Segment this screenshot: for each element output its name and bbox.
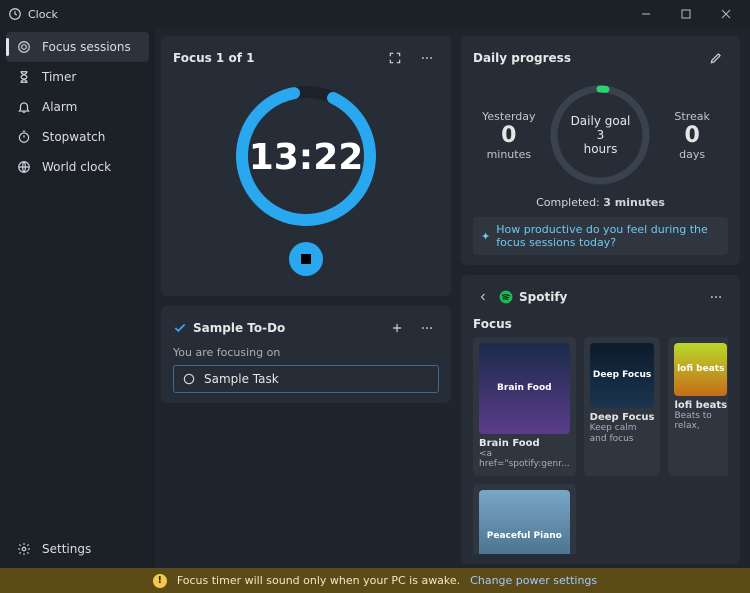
- playlist-cover: Brain Food: [479, 343, 570, 434]
- todo-title: Sample To-Do: [193, 321, 379, 335]
- stat-streak: Streak 0 days: [657, 110, 727, 161]
- spotify-brand: Spotify: [519, 290, 698, 304]
- minimize-button[interactable]: [626, 0, 666, 28]
- change-power-settings-link[interactable]: Change power settings: [470, 574, 597, 587]
- daily-progress-card: Daily progress Yesterday 0 minutes: [461, 36, 740, 265]
- info-message: Focus timer will sound only when your PC…: [177, 574, 460, 587]
- spotify-back-button[interactable]: [473, 287, 493, 307]
- todo-card: Sample To-Do You are focusing on Sample …: [161, 306, 451, 403]
- app-title: Clock: [28, 8, 626, 21]
- playlist-cover: Deep Focus: [590, 343, 655, 408]
- spotify-playlist-tile[interactable]: Deep FocusDeep FocusKeep calm and focus …: [584, 337, 661, 476]
- spotify-more-button[interactable]: [704, 285, 728, 309]
- spotify-card: Spotify Focus Brain FoodBrain Food<a hre…: [461, 275, 740, 564]
- focus-progress-ring: 13:22: [226, 76, 386, 236]
- alarm-icon: [16, 99, 32, 115]
- playlist-desc: <a href="spotify:genr...: [479, 449, 570, 471]
- todo-task-item[interactable]: Sample Task: [173, 365, 439, 393]
- close-button[interactable]: [706, 0, 746, 28]
- add-task-button[interactable]: [385, 316, 409, 340]
- stat-yesterday: Yesterday 0 minutes: [474, 110, 544, 161]
- completed-text: Completed: 3 minutes: [473, 196, 728, 209]
- sidebar-item-label: Alarm: [42, 100, 77, 114]
- spotify-playlist-tile[interactable]: Brain FoodBrain Food<a href="spotify:gen…: [473, 337, 576, 476]
- goal-progress-ring: Daily goal 3 hours: [545, 80, 655, 190]
- sidebar-item-alarm[interactable]: Alarm: [6, 92, 149, 122]
- warning-icon: !: [153, 574, 167, 588]
- app-icon: [8, 7, 22, 21]
- sidebar-item-stopwatch[interactable]: Stopwatch: [6, 122, 149, 152]
- expand-button[interactable]: [383, 46, 407, 70]
- spotify-playlist-grid: Brain FoodBrain Food<a href="spotify:gen…: [473, 337, 728, 554]
- focus-card-title: Focus 1 of 1: [173, 51, 375, 65]
- todo-app-icon: [173, 321, 187, 335]
- sidebar-item-label: Timer: [42, 70, 76, 84]
- sidebar-item-label: Settings: [42, 542, 91, 556]
- playlist-desc: Keep calm and focus with ambient and...: [590, 423, 655, 445]
- progress-title: Daily progress: [473, 51, 696, 65]
- focus-icon: [16, 39, 32, 55]
- hourglass-icon: [16, 69, 32, 85]
- sparkle-icon: ✦: [481, 230, 490, 243]
- spotify-playlist-tile[interactable]: lofi beatslofi beatsBeats to relax, stud…: [668, 337, 728, 476]
- stop-icon: [301, 254, 311, 264]
- gear-icon: [16, 541, 32, 557]
- focus-session-card: Focus 1 of 1 13:22: [161, 36, 451, 296]
- sidebar-item-settings[interactable]: Settings: [6, 534, 149, 564]
- more-button[interactable]: [415, 46, 439, 70]
- stopwatch-icon: [16, 129, 32, 145]
- playlist-name: Brain Food: [479, 438, 570, 449]
- playlist-desc: Beats to relax, study, and focus...: [674, 411, 727, 433]
- sidebar-item-focus-sessions[interactable]: Focus sessions: [6, 32, 149, 62]
- sidebar-item-timer[interactable]: Timer: [6, 62, 149, 92]
- sidebar-item-label: Stopwatch: [42, 130, 105, 144]
- edit-progress-button[interactable]: [704, 46, 728, 70]
- info-bar: ! Focus timer will sound only when your …: [0, 568, 750, 593]
- playlist-name: Deep Focus: [590, 412, 655, 423]
- stop-button[interactable]: [289, 242, 323, 276]
- spotify-section-title: Focus: [473, 317, 728, 331]
- sidebar-item-label: World clock: [42, 160, 111, 174]
- maximize-button[interactable]: [666, 0, 706, 28]
- productivity-prompt[interactable]: ✦ How productive do you feel during the …: [473, 217, 728, 255]
- sidebar-item-label: Focus sessions: [42, 40, 131, 54]
- playlist-name: lofi beats: [674, 400, 727, 411]
- task-label: Sample Task: [204, 372, 279, 386]
- title-bar: Clock: [0, 0, 750, 28]
- playlist-cover: Peaceful Piano: [479, 490, 570, 554]
- task-radio-icon[interactable]: [182, 372, 196, 386]
- playlist-cover: lofi beats: [674, 343, 727, 396]
- focus-time: 13:22: [249, 137, 364, 178]
- sidebar: Focus sessions Timer Alarm Stopwatch Wor…: [0, 28, 155, 568]
- window-controls: [626, 0, 746, 28]
- spotify-playlist-tile[interactable]: Peaceful PianoPeaceful PianoRelax and in…: [473, 484, 576, 554]
- spotify-logo-icon: [499, 290, 513, 304]
- globe-icon: [16, 159, 32, 175]
- todo-more-button[interactable]: [415, 316, 439, 340]
- sidebar-item-world-clock[interactable]: World clock: [6, 152, 149, 182]
- todo-subtitle: You are focusing on: [173, 346, 439, 359]
